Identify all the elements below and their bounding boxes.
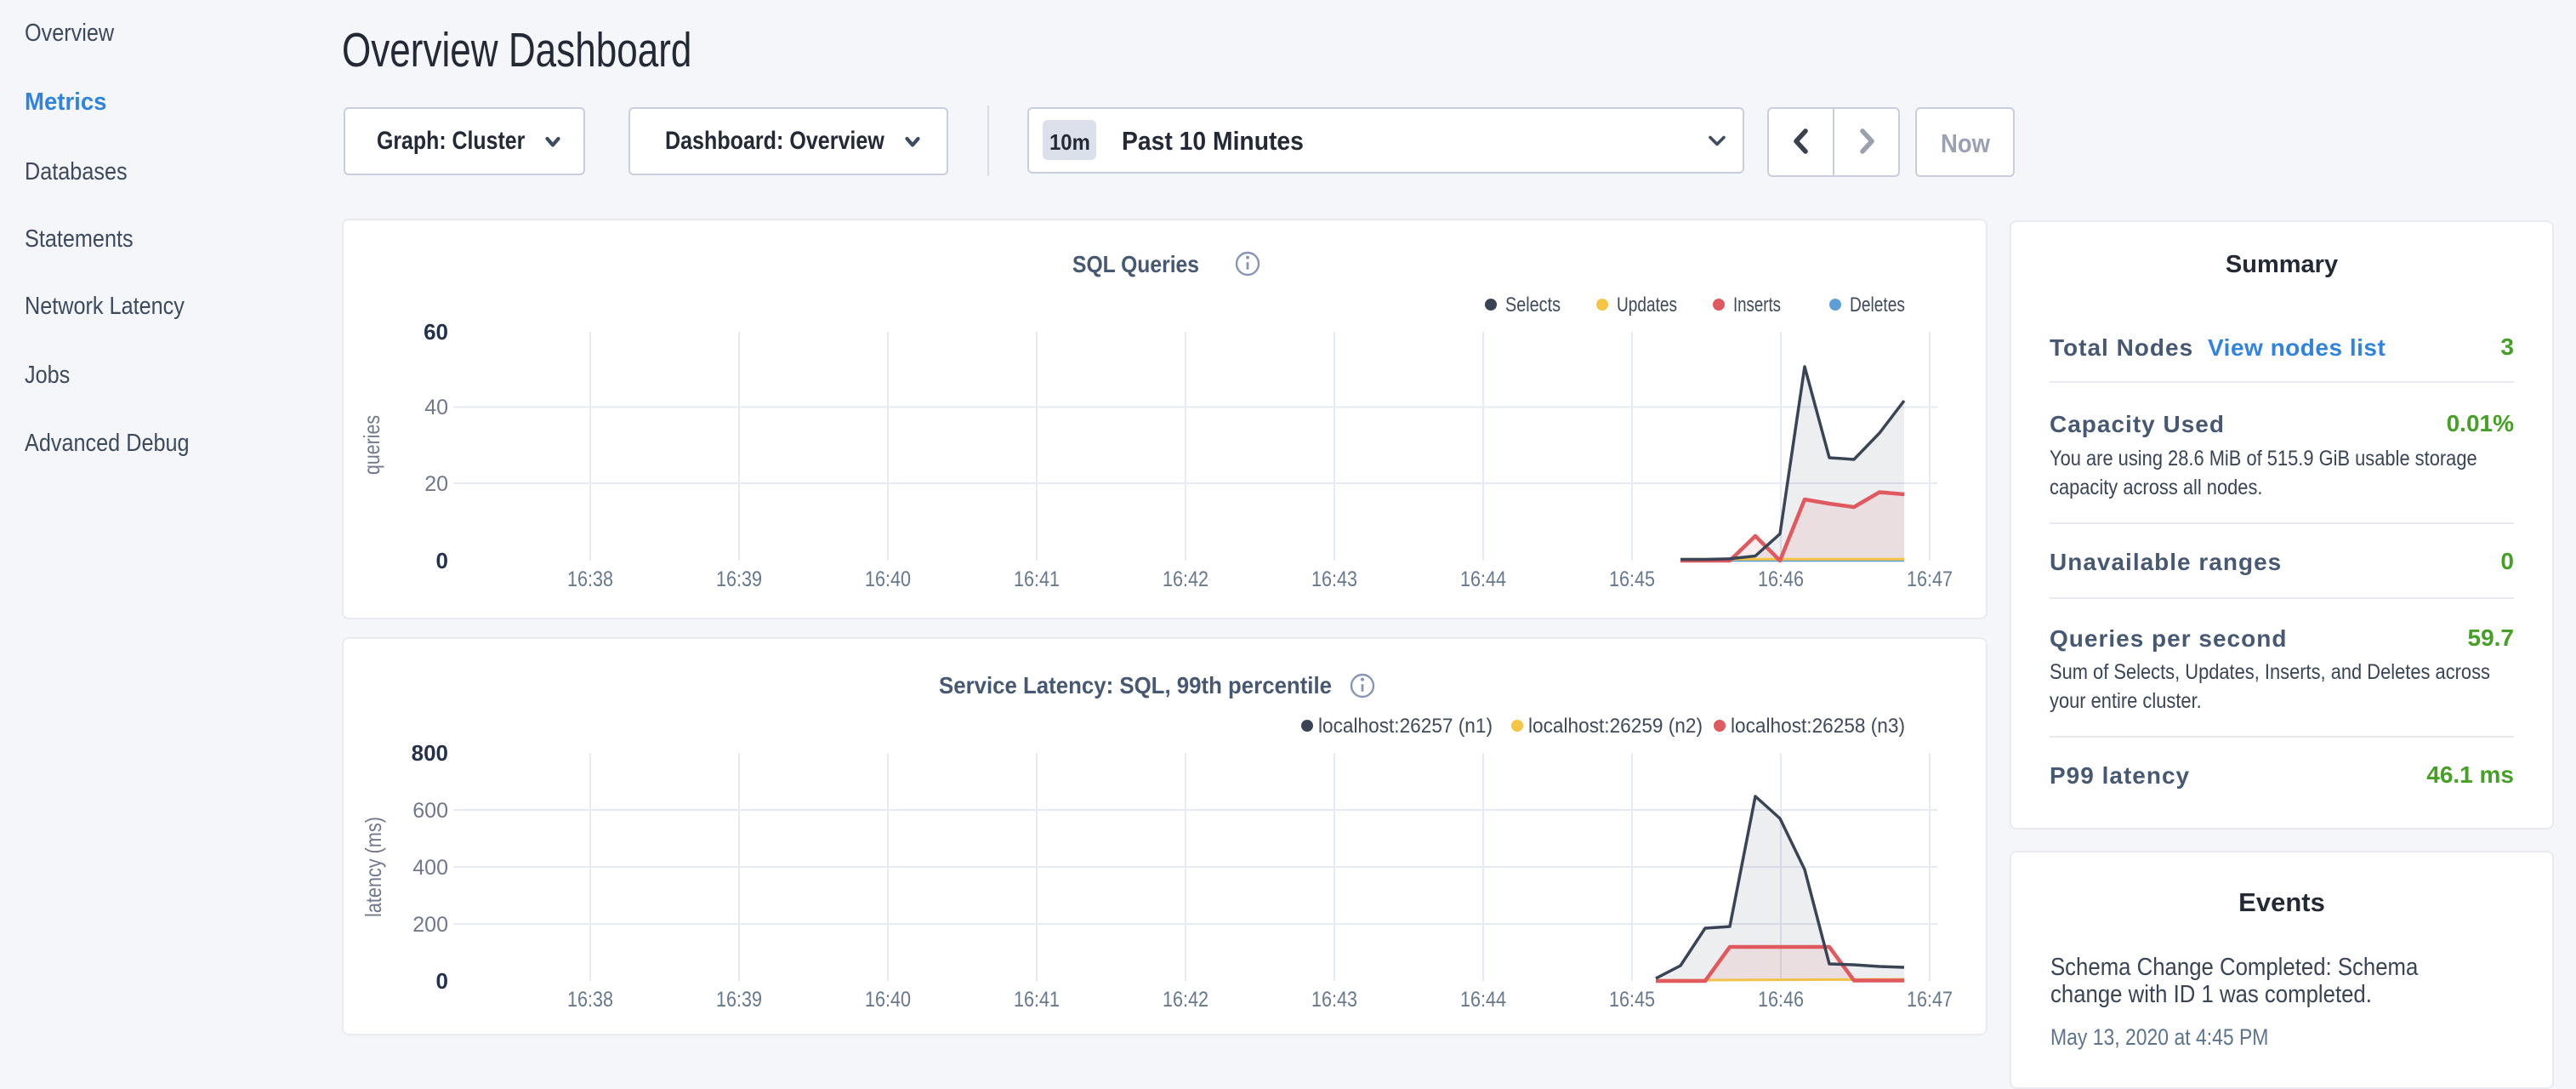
svg-text:16:39: 16:39: [716, 567, 762, 591]
svg-text:16:43: 16:43: [1311, 988, 1357, 1012]
svg-text:16:42: 16:42: [1163, 988, 1208, 1012]
svg-text:16:39: 16:39: [716, 988, 762, 1012]
svg-text:16:44: 16:44: [1460, 567, 1506, 591]
svg-text:600: 600: [412, 799, 448, 823]
svg-text:localhost:26258 (n3): localhost:26258 (n3): [1731, 715, 1905, 738]
svg-text:16:43: 16:43: [1311, 567, 1357, 591]
svg-text:16:42: 16:42: [1163, 567, 1208, 591]
svg-text:16:41: 16:41: [1014, 567, 1060, 591]
svg-text:Deletes: Deletes: [1850, 294, 1905, 316]
svg-text:16:45: 16:45: [1609, 988, 1655, 1012]
svg-text:16:45: 16:45: [1609, 567, 1655, 591]
svg-text:800: 800: [412, 740, 448, 766]
svg-text:Inserts: Inserts: [1733, 294, 1781, 316]
svg-text:16:41: 16:41: [1014, 988, 1060, 1012]
svg-text:16:38: 16:38: [567, 567, 613, 591]
svg-text:localhost:26257 (n1): localhost:26257 (n1): [1318, 715, 1493, 738]
svg-text:16:40: 16:40: [865, 567, 911, 591]
svg-text:16:44: 16:44: [1460, 988, 1506, 1012]
svg-text:0: 0: [436, 548, 448, 573]
svg-text:20: 20: [424, 472, 448, 496]
svg-text:200: 200: [412, 913, 448, 937]
svg-text:latency (ms): latency (ms): [361, 817, 386, 917]
svg-text:localhost:26259 (n2): localhost:26259 (n2): [1528, 715, 1703, 738]
svg-text:60: 60: [424, 319, 448, 345]
svg-text:SQL Queries: SQL Queries: [1072, 251, 1199, 277]
svg-text:Selects: Selects: [1505, 294, 1561, 316]
svg-text:16:47: 16:47: [1907, 988, 1953, 1012]
svg-text:16:40: 16:40: [865, 988, 911, 1012]
svg-text:16:47: 16:47: [1907, 567, 1953, 591]
svg-text:Updates: Updates: [1617, 294, 1677, 316]
svg-text:16:46: 16:46: [1758, 567, 1804, 591]
svg-text:400: 400: [412, 856, 448, 880]
svg-text:queries: queries: [359, 415, 384, 475]
svg-text:0: 0: [436, 968, 448, 994]
svg-text:Service Latency: SQL, 99th per: Service Latency: SQL, 99th percentile: [939, 672, 1332, 698]
svg-text:16:38: 16:38: [567, 988, 613, 1012]
svg-text:16:46: 16:46: [1758, 988, 1804, 1012]
svg-text:40: 40: [424, 396, 448, 419]
